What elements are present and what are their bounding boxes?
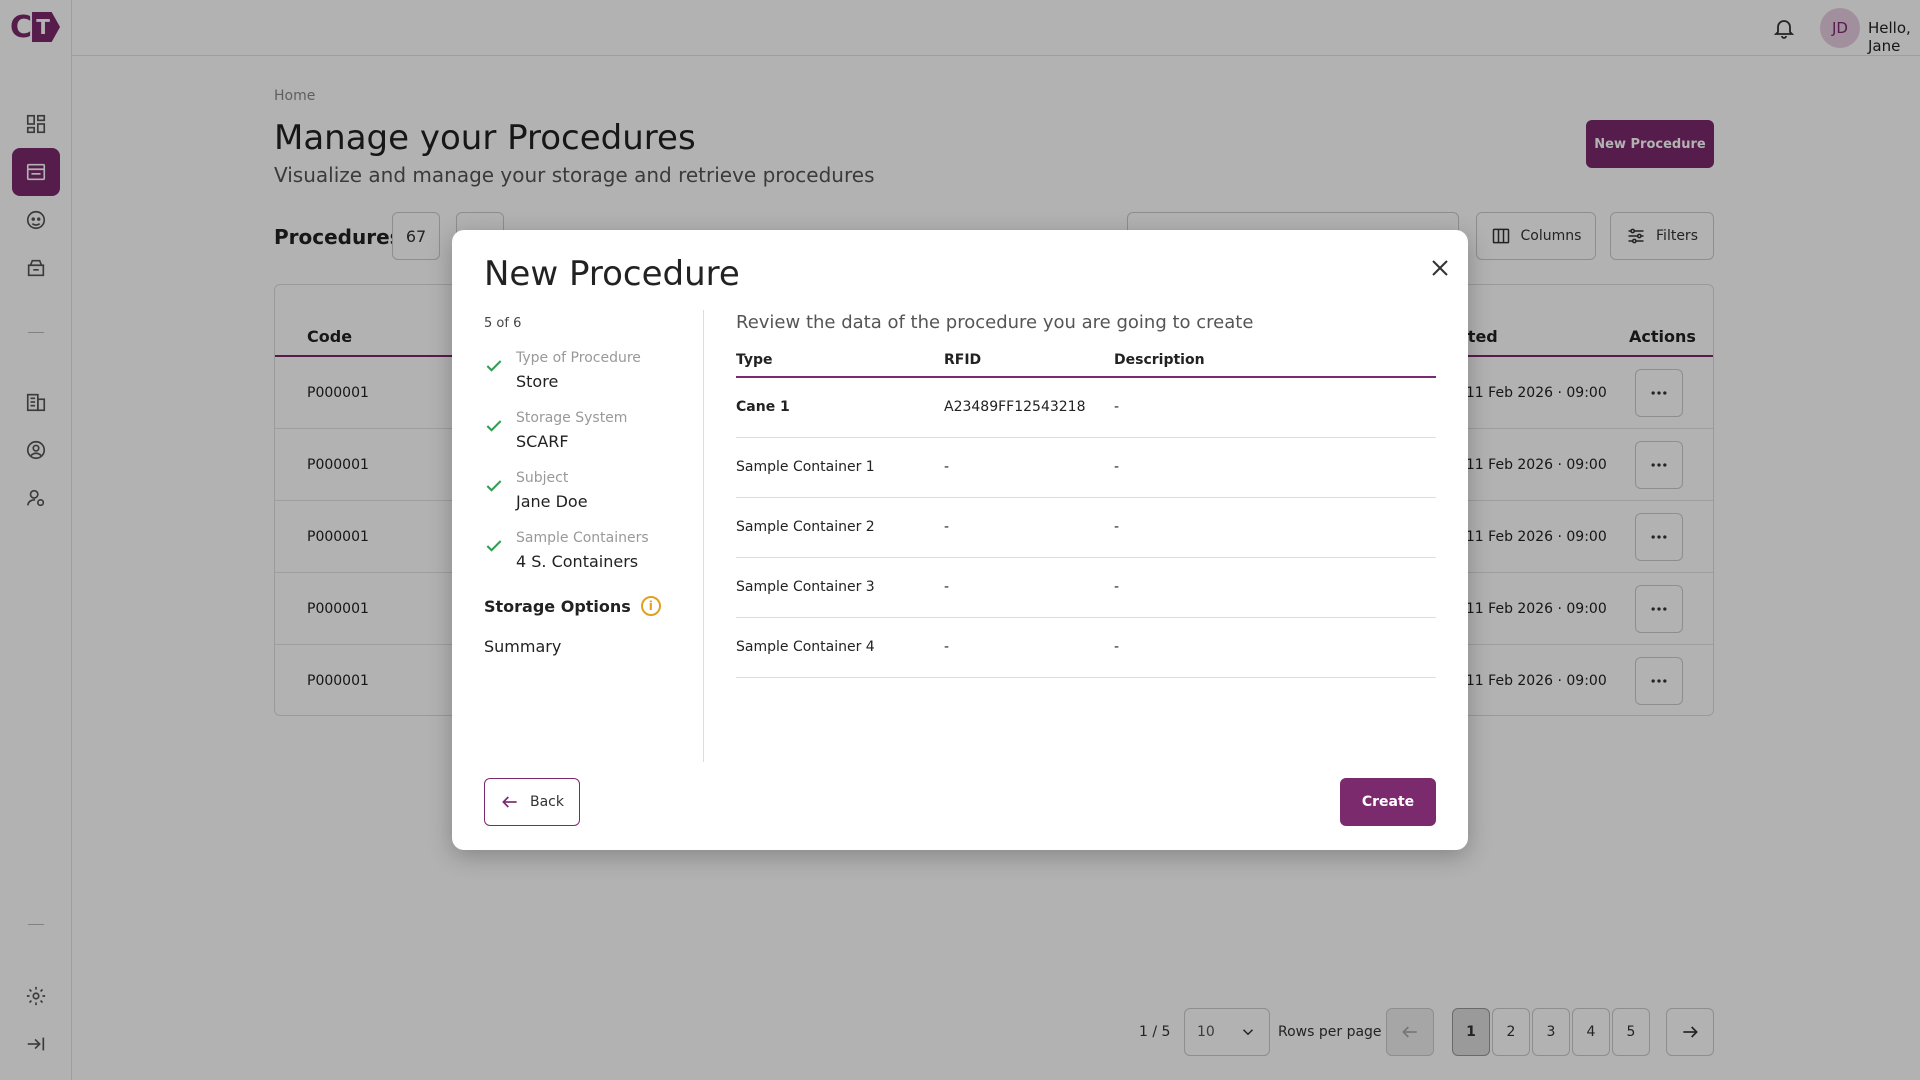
- check-icon: [486, 480, 502, 492]
- review-cell-rfid: -: [944, 459, 950, 475]
- review-cell-type: Cane 1: [736, 399, 790, 415]
- review-cell-description: -: [1114, 519, 1120, 535]
- review-header-type: Type: [736, 352, 773, 368]
- review-cell-type: Sample Container 3: [736, 579, 875, 595]
- review-cell-description: -: [1114, 399, 1120, 415]
- step-label: Subject: [516, 470, 569, 486]
- back-button[interactable]: Back: [484, 778, 580, 826]
- review-row: Sample Container 4 - -: [736, 618, 1436, 678]
- review-cell-type: Sample Container 1: [736, 459, 875, 475]
- modal-title: New Procedure: [484, 254, 740, 294]
- current-step-label: Storage Options: [484, 596, 631, 616]
- step-label: Type of Procedure: [516, 350, 641, 366]
- review-cell-description: -: [1114, 579, 1120, 595]
- close-icon[interactable]: [1428, 256, 1452, 280]
- review-row: Sample Container 1 - -: [736, 438, 1436, 498]
- create-button[interactable]: Create: [1340, 778, 1436, 826]
- step-value: 4 S. Containers: [516, 552, 639, 571]
- check-icon: [486, 540, 502, 552]
- step-label: Sample Containers: [516, 530, 649, 546]
- review-cell-type: Sample Container 4: [736, 639, 875, 655]
- review-header-description: Description: [1114, 352, 1205, 368]
- back-label: Back: [530, 794, 564, 810]
- check-icon: [486, 360, 502, 372]
- review-cell-rfid: -: [944, 639, 950, 655]
- check-icon: [486, 420, 502, 432]
- step-label: Storage System: [516, 410, 628, 426]
- review-cell-rfid: -: [944, 579, 950, 595]
- review-cell-type: Sample Container 2: [736, 519, 875, 535]
- review-title: Review the data of the procedure you are…: [736, 312, 1254, 333]
- step-value: SCARF: [516, 432, 569, 451]
- review-cell-description: -: [1114, 639, 1120, 655]
- review-row: Sample Container 3 - -: [736, 558, 1436, 618]
- step-value: Jane Doe: [516, 492, 588, 511]
- step-value: Store: [516, 372, 559, 391]
- review-cell-rfid: A23489FF12543218: [944, 399, 1086, 415]
- review-row: Sample Container 2 - -: [736, 498, 1436, 558]
- step-summary[interactable]: Summary: [484, 637, 561, 656]
- review-cell-rfid: -: [944, 519, 950, 535]
- modal-divider: [703, 310, 704, 762]
- review-row: Cane 1 A23489FF12543218 -: [736, 378, 1436, 438]
- review-cell-description: -: [1114, 459, 1120, 475]
- new-procedure-modal: New Procedure 5 of 6 Type of Procedure St…: [452, 230, 1468, 850]
- info-icon[interactable]: i: [640, 596, 661, 616]
- review-header-rfid: RFID: [944, 352, 982, 368]
- current-step[interactable]: Storage Options i: [484, 596, 661, 616]
- step-count: 5 of 6: [484, 316, 522, 331]
- arrow-left-icon: [502, 796, 517, 808]
